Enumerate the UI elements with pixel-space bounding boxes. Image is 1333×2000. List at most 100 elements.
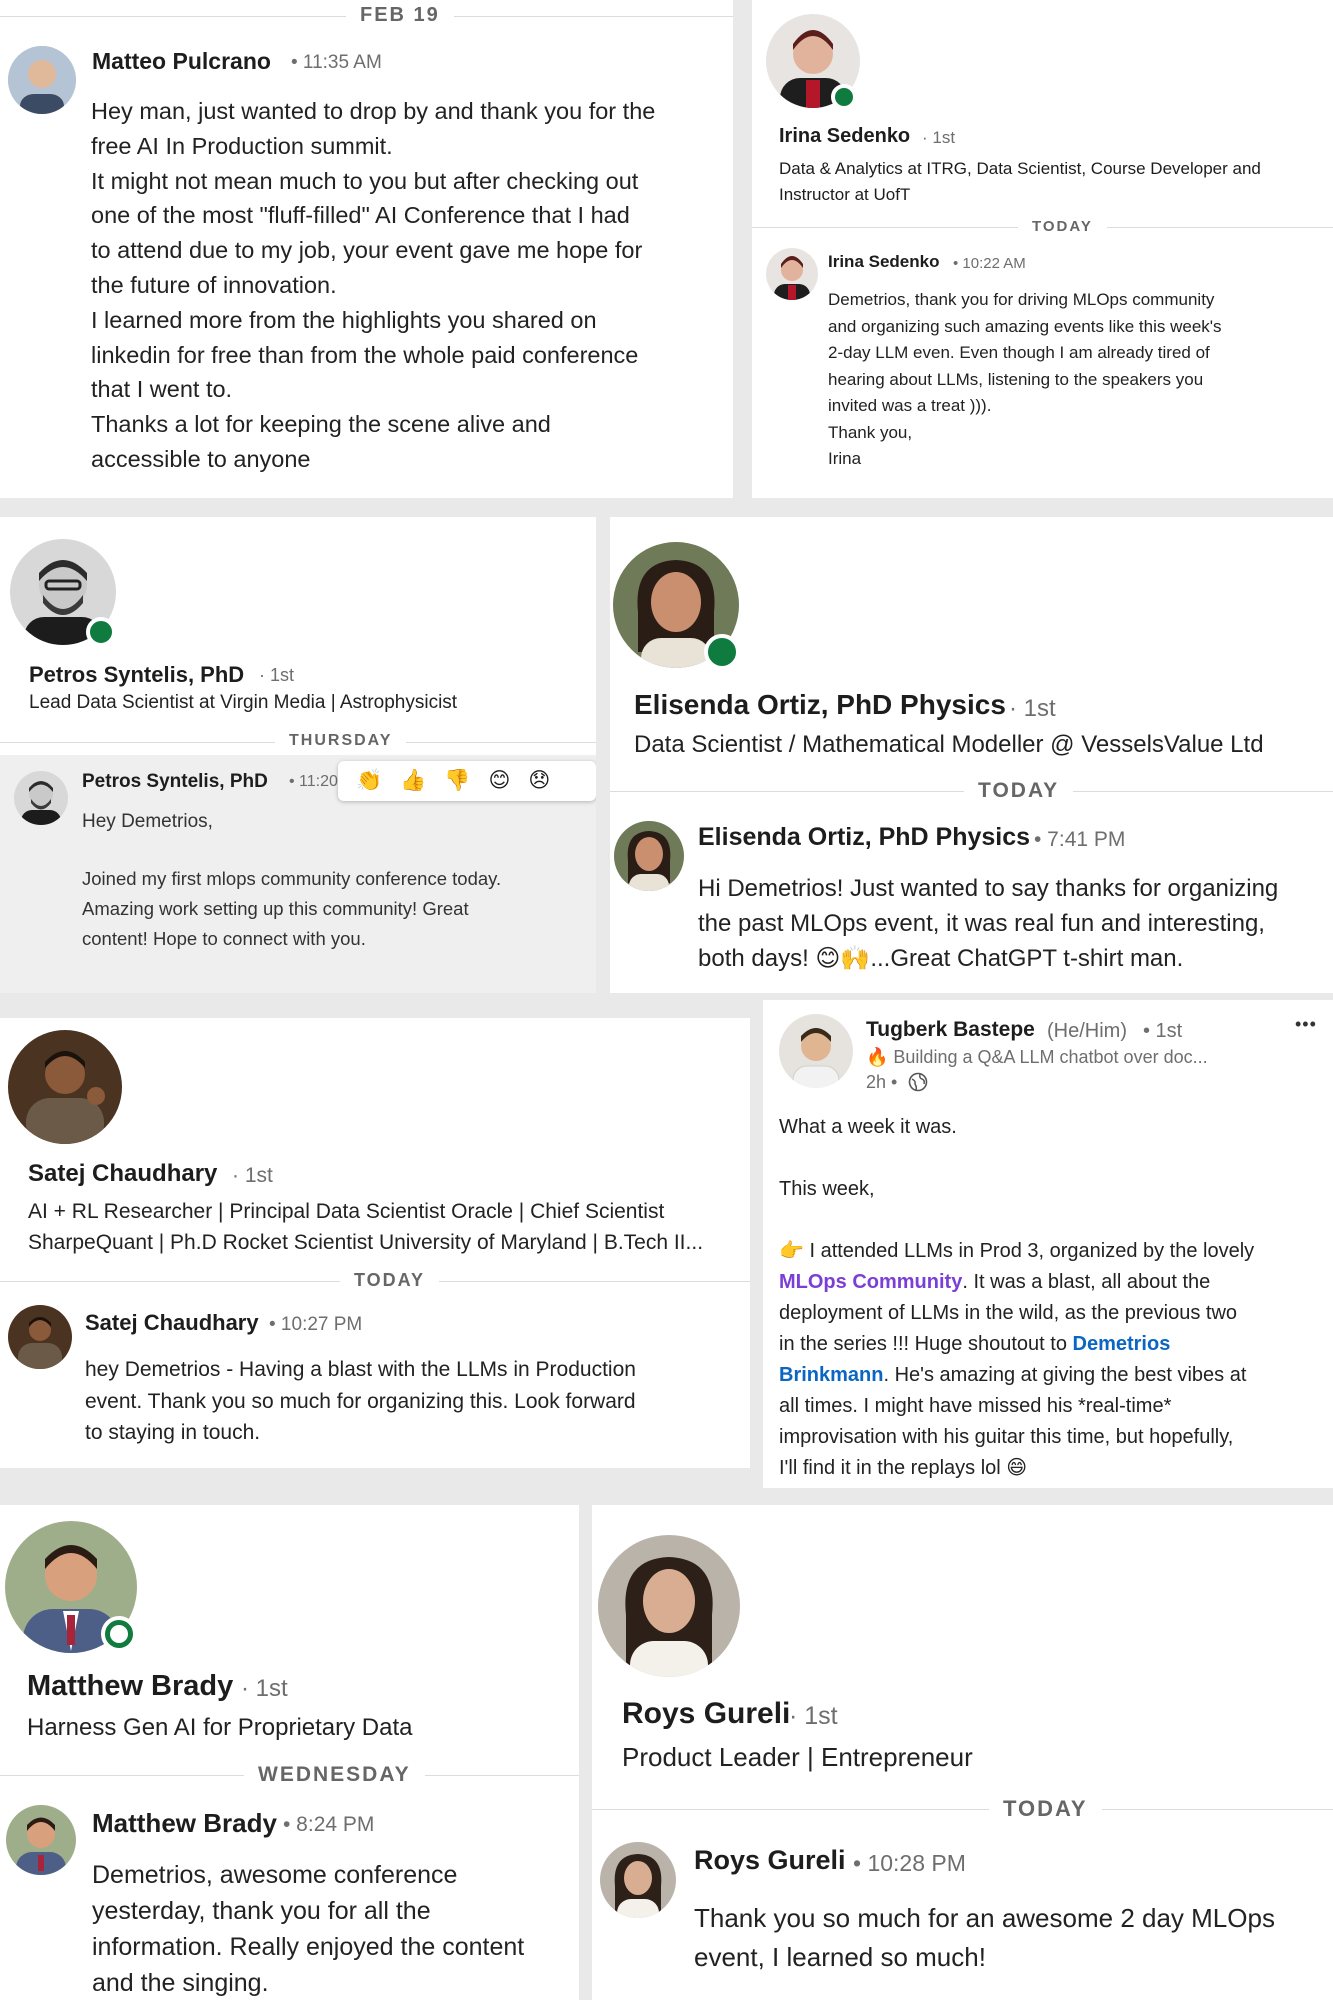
message-time: • 8:24 PM: [283, 1813, 375, 1836]
message-line: and organizing such amazing events like …: [828, 316, 1222, 336]
message-line: yesterday, thank you for all the: [92, 1897, 431, 1925]
avatar[interactable]: [6, 1805, 76, 1875]
profile-headline: AI + RL Researcher | Principal Data Scie…: [28, 1196, 703, 1258]
message-line: information. Really enjoyed the content: [92, 1933, 525, 1961]
post-line: in the series !!! Huge shoutout to Demet…: [779, 1329, 1319, 1360]
conversation-matthew: Matthew Brady · 1st Harness Gen AI for P…: [0, 1505, 579, 2000]
profile-name[interactable]: Roys Gureli: [622, 1697, 790, 1731]
sender-name[interactable]: Irina Sedenko: [828, 252, 939, 272]
message-body: Thank you so much for an awesome 2 day M…: [694, 1899, 1275, 1977]
reaction-icon[interactable]: 👏: [356, 761, 382, 801]
post-line: all times. I might have missed his *real…: [779, 1395, 1172, 1417]
avatar[interactable]: [8, 46, 76, 114]
message-line: one of the most "fluff-filled" AI Confer…: [91, 202, 630, 229]
message-time: • 11:20: [289, 773, 338, 790]
sender-name[interactable]: Petros Syntelis, PhD: [82, 771, 268, 793]
connection-degree: · 1st: [259, 665, 295, 685]
reaction-icon[interactable]: 😞: [528, 761, 550, 801]
author-pronouns: (He/Him): [1047, 1020, 1127, 1042]
message-line: Hi Demetrios! Just wanted to say thanks …: [698, 875, 1279, 902]
message-line: both days! 😊🙌...Great ChatGPT t-shirt ma…: [698, 945, 1184, 972]
message-line: Thank you so much for an awesome 2 day M…: [694, 1903, 1275, 1933]
profile-headline: Data & Analytics at ITRG, Data Scientist…: [779, 156, 1261, 208]
profile-headline: Product Leader | Entrepreneur: [622, 1742, 973, 1772]
message-line: event, I learned so much!: [694, 1942, 986, 1972]
message-line: hey Demetrios - Having a blast with the …: [85, 1358, 636, 1381]
reaction-icon[interactable]: 👎: [444, 761, 470, 801]
profile-name[interactable]: Irina Sedenko: [779, 125, 910, 148]
avatar[interactable]: [600, 1842, 676, 1918]
reaction-picker[interactable]: 👏 👍 👎 😊 😞: [338, 761, 596, 801]
globe-icon: [908, 1072, 928, 1092]
mlops-community-link[interactable]: MLOps Community: [779, 1271, 962, 1293]
message-time: • 10:27 PM: [269, 1314, 363, 1335]
sender-name[interactable]: Satej Chaudhary: [85, 1310, 259, 1336]
connection-degree: · 1st: [789, 1702, 838, 1730]
message-line: Joined my first mlops community conferen…: [82, 868, 502, 889]
sender-name[interactable]: Roys Gureli: [694, 1845, 846, 1876]
avatar[interactable]: [779, 1014, 853, 1088]
avatar[interactable]: [766, 248, 818, 300]
message-line: It might not mean much to you but after …: [91, 167, 639, 194]
mention-link[interactable]: Brinkmann: [779, 1364, 883, 1386]
reaction-icon[interactable]: 😊: [488, 761, 510, 801]
message-line: hearing about LLMs, listening to the spe…: [828, 369, 1204, 389]
message-line: I learned more from the highlights you s…: [91, 306, 597, 333]
sender-name[interactable]: Elisenda Ortiz, PhD Physics: [698, 823, 1030, 852]
headline-line: Data & Analytics at ITRG, Data Scientist…: [779, 159, 1261, 178]
avatar[interactable]: [598, 1535, 740, 1677]
profile-name[interactable]: Satej Chaudhary: [28, 1160, 217, 1188]
sender-name[interactable]: Matthew Brady: [92, 1808, 277, 1839]
post-line: This week,: [779, 1178, 875, 1200]
online-status-icon: [86, 617, 116, 647]
date-divider-label: TODAY: [340, 1270, 440, 1291]
message-body: Demetrios, thank you for driving MLOps c…: [828, 287, 1222, 473]
avatar[interactable]: [614, 821, 684, 891]
sender-name[interactable]: Matteo Pulcrano: [92, 48, 271, 75]
reaction-icon[interactable]: 👍: [400, 761, 426, 801]
message-line: invited was a treat ))).: [828, 396, 992, 415]
avatar[interactable]: [8, 1305, 72, 1369]
message-greeting: Hey Demetrios,: [82, 811, 213, 832]
post-age: 2h •: [866, 1072, 898, 1092]
message-line: that I went to.: [91, 376, 233, 403]
message-line: Irina: [828, 449, 862, 468]
post-line: deployment of LLMs in the wild, as the p…: [779, 1302, 1238, 1324]
date-divider-line: [592, 1809, 1333, 1810]
connection-degree: · 1st: [922, 128, 956, 147]
profile-name[interactable]: Matthew Brady: [27, 1670, 233, 1703]
message-body: Hey man, just wanted to drop by and than…: [91, 94, 655, 477]
conversation-petros: Petros Syntelis, PhD · 1st Lead Data Sci…: [0, 517, 596, 993]
message-line: Demetrios, thank you for driving MLOps c…: [828, 290, 1215, 309]
profile-name[interactable]: Petros Syntelis, PhD: [29, 662, 244, 688]
conversation-elisenda: Elisenda Ortiz, PhD Physics · 1st Data S…: [610, 517, 1333, 993]
message-line: accessible to anyone: [91, 445, 311, 472]
profile-headline: Data Scientist / Mathematical Modeller @…: [634, 731, 1264, 758]
connection-degree: • 1st: [1143, 1020, 1183, 1042]
message-line: to staying in touch.: [85, 1421, 261, 1444]
conversation-matteo: FEB 19 Matteo Pulcrano • 11:35 AM Hey ma…: [0, 0, 733, 498]
date-divider-label: FEB 19: [346, 4, 454, 27]
message-line: Thank you,: [828, 422, 913, 442]
avatar[interactable]: [8, 1030, 122, 1144]
headline-line: SharpeQuant | Ph.D Rocket Scientist Univ…: [28, 1231, 704, 1254]
conversation-satej: Satej Chaudhary · 1st AI + RL Researcher…: [0, 1018, 750, 1468]
profile-name[interactable]: Elisenda Ortiz, PhD Physics: [634, 689, 1006, 721]
message-time: • 7:41 PM: [1034, 828, 1126, 851]
mention-link[interactable]: Demetrios: [1073, 1333, 1171, 1355]
message-line: the past MLOps event, it was real fun an…: [698, 910, 1265, 937]
author-name[interactable]: Tugberk Bastepe: [866, 1018, 1035, 1042]
message-time: • 10:22 AM: [953, 255, 1026, 272]
profile-headline: Harness Gen AI for Proprietary Data: [27, 1714, 413, 1741]
message-line: free AI In Production summit.: [91, 132, 393, 159]
post-line: 👉 I attended LLMs in Prod 3, organized b…: [779, 1240, 1255, 1262]
post-line: improvisation with his guitar this time,…: [779, 1426, 1234, 1448]
avatar[interactable]: [14, 771, 68, 825]
message-body: Demetrios, awesome conference yesterday, …: [92, 1857, 524, 2000]
online-status-icon: [831, 84, 857, 110]
more-options-icon[interactable]: •••: [1295, 1014, 1317, 1035]
message-line: Amazing work setting up this community! …: [82, 898, 469, 919]
message-line: content! Hope to connect with you.: [82, 928, 366, 949]
message-line: Hey man, just wanted to drop by and than…: [91, 98, 656, 124]
online-status-icon: [704, 634, 740, 670]
